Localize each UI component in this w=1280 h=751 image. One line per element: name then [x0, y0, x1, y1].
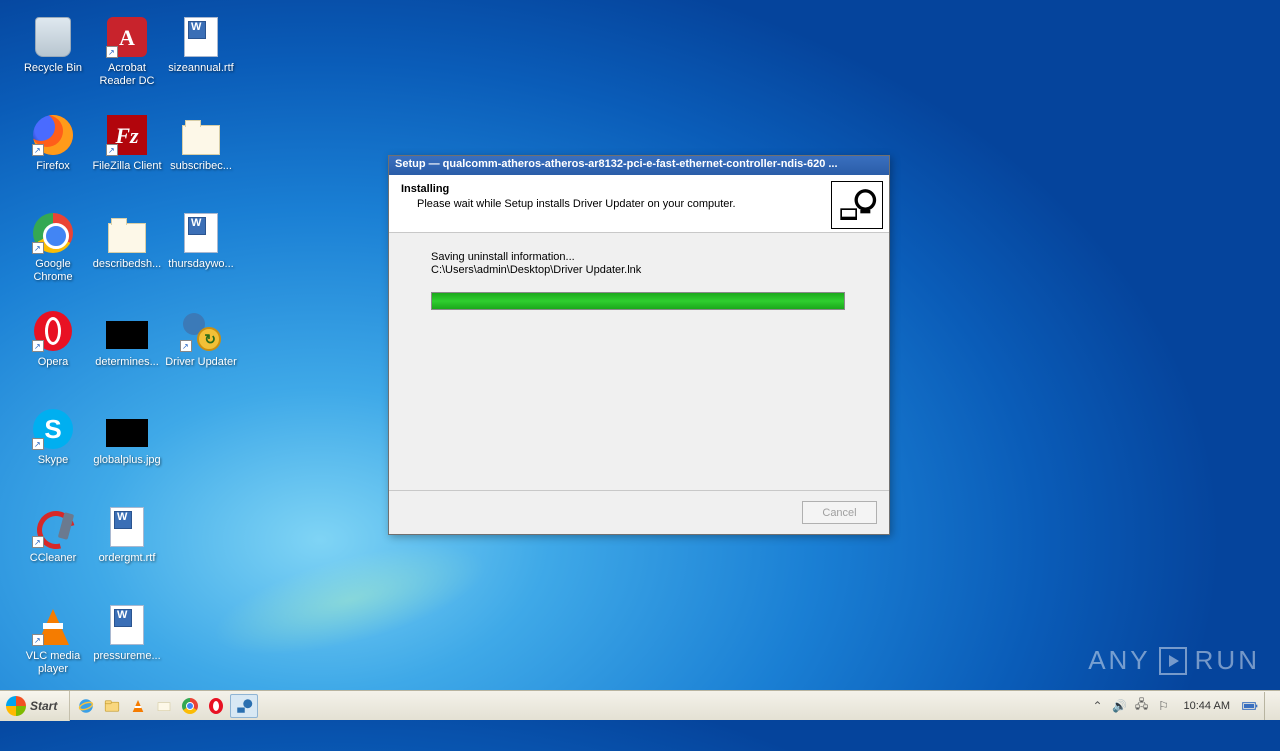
- icon-label: Acrobat Reader DC: [90, 62, 164, 88]
- desktop-icon-google-chrome[interactable]: Google Chrome: [16, 212, 90, 284]
- ccleaner-icon: [32, 506, 74, 548]
- folder-blank-icon: [106, 212, 148, 254]
- setup-taskbar-button[interactable]: [230, 694, 258, 718]
- desktop-icon-thursdaywo-[interactable]: thursdaywo...: [164, 212, 238, 271]
- desktop-icon-filezilla-client[interactable]: Fz FileZilla Client: [90, 114, 164, 173]
- desktop-icon-globalplus-jpg[interactable]: globalplus.jpg: [90, 408, 164, 467]
- icon-label: CCleaner: [16, 552, 90, 565]
- volume-icon[interactable]: 🔊: [1112, 698, 1128, 714]
- dialog-subheading: Please wait while Setup installs Driver …: [401, 198, 877, 210]
- quicklaunch: [70, 694, 258, 718]
- skype-icon: S: [32, 408, 74, 450]
- shortcut-overlay-icon: [106, 46, 118, 58]
- blackimg-icon: [106, 310, 148, 352]
- icon-label: Opera: [16, 356, 90, 369]
- icon-label: pressureme...: [90, 650, 164, 663]
- desktop-icon-determines-[interactable]: determines...: [90, 310, 164, 369]
- blackimg-icon: [106, 408, 148, 450]
- desktop-icon-vlc-media-player[interactable]: VLC media player: [16, 604, 90, 676]
- doc-icon: [106, 506, 148, 548]
- shortcut-overlay-icon: [106, 144, 118, 156]
- opera-taskbar-icon[interactable]: [204, 694, 228, 718]
- opera-icon: [32, 310, 74, 352]
- doc-icon: [180, 212, 222, 254]
- vlc-taskbar-icon[interactable]: [126, 694, 150, 718]
- clock[interactable]: 10:44 AM: [1178, 700, 1236, 712]
- dialog-body: Saving uninstall information... C:\Users…: [389, 233, 889, 328]
- battery-icon[interactable]: [1242, 698, 1258, 714]
- folder-taskbar-icon[interactable]: [152, 694, 176, 718]
- shortcut-overlay-icon: [32, 536, 44, 548]
- icon-label: Skype: [16, 454, 90, 467]
- firefox-icon: [32, 114, 74, 156]
- explorer-icon[interactable]: [100, 694, 124, 718]
- desktop-icon-opera[interactable]: Opera: [16, 310, 90, 369]
- network-icon[interactable]: 🖧: [1134, 698, 1150, 714]
- shortcut-overlay-icon: [32, 634, 44, 646]
- icon-label: VLC media player: [16, 650, 90, 676]
- adobe-icon: A: [106, 16, 148, 58]
- icon-label: describedsh...: [90, 258, 164, 271]
- icon-label: sizeannual.rtf: [164, 62, 238, 75]
- doc-icon: [106, 604, 148, 646]
- taskbar: Start ⌃ 🔊 🖧 ⚐ 10:44 AM: [0, 690, 1280, 720]
- icon-label: Firefox: [16, 160, 90, 173]
- chrome-taskbar-icon[interactable]: [178, 694, 202, 718]
- icon-label: Recycle Bin: [16, 62, 90, 75]
- folder-blank-icon: [180, 114, 222, 156]
- dialog-header: Installing Please wait while Setup insta…: [389, 175, 889, 233]
- shortcut-overlay-icon: [32, 242, 44, 254]
- dialog-heading: Installing: [401, 183, 877, 195]
- icon-label: FileZilla Client: [90, 160, 164, 173]
- progress-bar: [431, 292, 845, 310]
- start-label: Start: [30, 699, 57, 713]
- desktop-icon-firefox[interactable]: Firefox: [16, 114, 90, 173]
- desktop-icon-ccleaner[interactable]: CCleaner: [16, 506, 90, 565]
- desktop-icon-ordergmt-rtf[interactable]: ordergmt.rtf: [90, 506, 164, 565]
- system-tray: ⌃ 🔊 🖧 ⚐ 10:44 AM: [1090, 692, 1280, 720]
- desktop-icon-recycle-bin[interactable]: Recycle Bin: [16, 16, 90, 75]
- cancel-button[interactable]: Cancel: [802, 501, 877, 524]
- shortcut-overlay-icon: [32, 438, 44, 450]
- desktop-icon-driver-updater[interactable]: ↻ Driver Updater: [164, 310, 238, 369]
- icon-label: Driver Updater: [164, 356, 238, 369]
- ie-icon[interactable]: [74, 694, 98, 718]
- dialog-footer: Cancel: [389, 490, 889, 534]
- dialog-titlebar[interactable]: Setup — qualcomm-atheros-atheros-ar8132-…: [389, 156, 889, 175]
- status-line-1: Saving uninstall information...: [431, 251, 847, 263]
- chrome-icon: [32, 212, 74, 254]
- flag-icon[interactable]: ⚐: [1156, 698, 1172, 714]
- filezilla-icon: Fz: [106, 114, 148, 156]
- driverupd-icon: ↻: [180, 310, 222, 352]
- icon-label: Google Chrome: [16, 258, 90, 284]
- installer-icon: [831, 181, 883, 229]
- vlc-icon: [32, 604, 74, 646]
- icon-label: determines...: [90, 356, 164, 369]
- icon-label: globalplus.jpg: [90, 454, 164, 467]
- start-button[interactable]: Start: [0, 691, 70, 721]
- tray-chevron-icon[interactable]: ⌃: [1090, 698, 1106, 714]
- icon-label: subscribec...: [164, 160, 238, 173]
- bin-icon: [32, 16, 74, 58]
- shortcut-overlay-icon: [180, 340, 192, 352]
- desktop-icon-pressureme-[interactable]: pressureme...: [90, 604, 164, 663]
- status-line-2: C:\Users\admin\Desktop\Driver Updater.ln…: [431, 264, 847, 276]
- shortcut-overlay-icon: [32, 340, 44, 352]
- setup-dialog: Setup — qualcomm-atheros-atheros-ar8132-…: [388, 155, 890, 535]
- desktop-icon-sizeannual-rtf[interactable]: sizeannual.rtf: [164, 16, 238, 75]
- show-desktop-button[interactable]: [1264, 692, 1276, 720]
- shortcut-overlay-icon: [32, 144, 44, 156]
- icon-label: ordergmt.rtf: [90, 552, 164, 565]
- doc-icon: [180, 16, 222, 58]
- windows-orb-icon: [6, 696, 26, 716]
- desktop-icon-subscribec-[interactable]: subscribec...: [164, 114, 238, 173]
- desktop-icon-skype[interactable]: S Skype: [16, 408, 90, 467]
- icon-label: thursdaywo...: [164, 258, 238, 271]
- desktop-icon-describedsh-[interactable]: describedsh...: [90, 212, 164, 271]
- desktop-icon-acrobat-reader-dc[interactable]: A Acrobat Reader DC: [90, 16, 164, 88]
